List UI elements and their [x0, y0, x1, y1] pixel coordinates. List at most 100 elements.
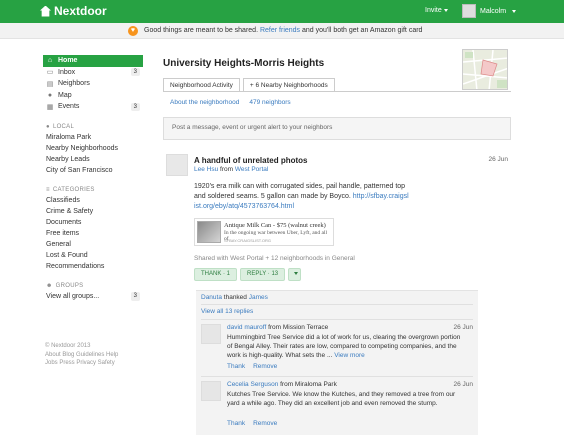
- avatar[interactable]: [166, 154, 188, 176]
- reply-date: 26 Jun: [453, 324, 473, 331]
- thanker-link[interactable]: Danuta: [201, 294, 222, 301]
- top-navigation-bar: Nextdoor Invite Malcolm: [0, 0, 564, 23]
- sidebar-item-category[interactable]: Crime & Safety: [43, 206, 143, 217]
- sidebar-item-category[interactable]: General: [43, 239, 143, 250]
- reply-actions: Thank Remove: [227, 420, 277, 427]
- avatar[interactable]: [201, 324, 221, 344]
- refer-friends-link[interactable]: Refer friends: [260, 27, 300, 34]
- reply-thank-link[interactable]: Thank: [227, 420, 245, 427]
- left-sidebar: ⌂ Home ▭ Inbox 3 ▤ Neighbors ● Map ▦ Events 3 ●…: [43, 55, 143, 302]
- sidebar-item-category[interactable]: Free items: [43, 228, 143, 239]
- sidebar-item-neighbors[interactable]: ▤ Neighbors: [43, 78, 143, 90]
- user-menu[interactable]: Malcolm: [462, 4, 517, 18]
- neighbors-icon: ▤: [46, 80, 54, 88]
- sidebar-item-label: Neighbors: [58, 80, 90, 88]
- reply-author-link[interactable]: david mauroff: [227, 324, 266, 331]
- tab-divider: [163, 91, 511, 92]
- neighborhood-subnav: About the neighborhood 479 neighbors: [170, 99, 291, 106]
- reply-actions: Thank Remove: [227, 363, 277, 370]
- reply-remove-link[interactable]: Remove: [253, 363, 277, 370]
- avatar[interactable]: [201, 381, 221, 401]
- sidebar-item-local[interactable]: Nearby Leads: [43, 154, 143, 165]
- reply-body: Hummingbird Tree Service did a lot of wo…: [227, 334, 461, 359]
- link-preview-card[interactable]: Antique Milk Can - $75 (walnut creek) In…: [194, 218, 334, 246]
- about-neighborhood-link[interactable]: About the neighborhood: [170, 99, 239, 106]
- nextdoor-logo[interactable]: Nextdoor: [40, 4, 107, 18]
- sidebar-item-view-all-groups[interactable]: View all groups... 3: [43, 291, 143, 302]
- footer-links[interactable]: About Blog Guidelines Help: [45, 351, 145, 360]
- neighbors-count-link[interactable]: 479 neighbors: [249, 99, 290, 106]
- divider: [201, 319, 473, 320]
- sidebar-item-local[interactable]: Nearby Neighborhoods: [43, 143, 143, 154]
- user-name: Malcolm: [480, 7, 507, 15]
- sidebar-item-category[interactable]: Recommendations: [43, 261, 143, 272]
- reply-item: Cecelia Serguson from Miraloma Park 26 J…: [201, 381, 475, 431]
- chevron-down-icon: [512, 9, 517, 13]
- post-meta: Lee Hsu from West Portal: [194, 166, 269, 173]
- reply-header: david mauroff from Mission Terrace: [227, 324, 329, 331]
- divider: [201, 376, 473, 377]
- house-icon: [40, 5, 51, 17]
- map-image: [463, 50, 507, 89]
- referral-banner: ♥ Good things are meant to be shared. Re…: [0, 23, 564, 39]
- divider: [201, 304, 473, 305]
- reply-button[interactable]: REPLY · 13: [240, 268, 286, 281]
- post-author-link[interactable]: Lee Hsu: [194, 166, 218, 173]
- tab-neighborhood-activity[interactable]: Neighborhood Activity: [163, 78, 240, 92]
- heart-icon: ♥: [128, 26, 138, 36]
- sidebar-item-category[interactable]: Classifieds: [43, 195, 143, 206]
- sidebar-item-category[interactable]: Lost & Found: [43, 250, 143, 261]
- reply-body: Kutches Tree Service. We know the Kutche…: [227, 391, 456, 407]
- promo-text: Good things are meant to be shared. Refe…: [144, 27, 423, 34]
- post-location-link[interactable]: West Portal: [235, 166, 268, 173]
- chevron-down-icon: [293, 271, 298, 275]
- link-preview-title: Antique Milk Can - $75 (walnut creek): [224, 222, 326, 229]
- sidebar-item-home[interactable]: ⌂ Home: [43, 55, 143, 67]
- location-pin-icon: ●: [46, 123, 50, 130]
- thanked-line: Danuta thanked James: [201, 294, 268, 301]
- count-badge: 3: [130, 102, 140, 111]
- replies-panel: Danuta thanked James View all 13 replies…: [196, 290, 478, 435]
- sidebar-item-label: View all groups...: [46, 292, 100, 300]
- sidebar-item-label: Map: [58, 91, 72, 99]
- view-more-link[interactable]: View more: [334, 352, 365, 359]
- tab-nearby-neighborhoods[interactable]: + 6 Nearby Neighborhoods: [242, 78, 335, 92]
- thank-button[interactable]: THANK · 1: [194, 268, 238, 281]
- home-icon: ⌂: [47, 57, 53, 65]
- more-options-button[interactable]: [288, 268, 302, 281]
- thanked-user-link[interactable]: James: [249, 294, 268, 301]
- invite-menu[interactable]: Invite: [425, 7, 448, 14]
- sidebar-item-inbox[interactable]: ▭ Inbox 3: [43, 67, 143, 79]
- neighborhood-tabs: Neighborhood Activity + 6 Nearby Neighbo…: [163, 78, 338, 92]
- neighborhood-map-thumbnail[interactable]: [462, 49, 508, 90]
- sidebar-item-category[interactable]: Documents: [43, 217, 143, 228]
- post-title[interactable]: A handful of unrelated photos: [194, 156, 307, 165]
- sidebar-item-events[interactable]: ▦ Events 3: [43, 101, 143, 113]
- map-pin-icon: ●: [47, 91, 53, 99]
- footer: © Nextdoor 2013 About Blog Guidelines He…: [45, 342, 145, 368]
- footer-links[interactable]: Jobs Press Privacy Safety: [45, 359, 145, 368]
- categories-section-heading: ≡ CATEGORIES: [46, 186, 95, 193]
- post-composer-input[interactable]: Post a message, event or urgent alert to…: [163, 117, 511, 140]
- sidebar-item-local[interactable]: Miraloma Park: [43, 132, 143, 143]
- sidebar-item-map[interactable]: ● Map: [43, 90, 143, 102]
- calendar-icon: ▦: [46, 103, 54, 111]
- count-badge: 3: [130, 68, 140, 76]
- post-actions: THANK · 1 REPLY · 13: [194, 268, 302, 281]
- groups-section-heading: ☻ GROUPS: [46, 282, 84, 289]
- shared-with-text: Shared with West Portal + 12 neighborhoo…: [194, 255, 355, 262]
- page-title: University Heights-Morris Heights: [163, 58, 325, 69]
- view-all-replies-link[interactable]: View all 13 replies: [201, 308, 253, 315]
- reply-author-link[interactable]: Cecelia Serguson: [227, 381, 278, 388]
- reply-thank-link[interactable]: Thank: [227, 363, 245, 370]
- brand-name: Nextdoor: [54, 4, 107, 18]
- invite-label: Invite: [425, 7, 442, 14]
- reply-date: 26 Jun: [453, 381, 473, 388]
- reply-remove-link[interactable]: Remove: [253, 420, 277, 427]
- avatar: [462, 4, 476, 18]
- reply-header: Cecelia Serguson from Miraloma Park: [227, 381, 337, 388]
- post-date: 26 Jun: [488, 156, 508, 163]
- reply-item: david mauroff from Mission Terrace 26 Ju…: [201, 324, 475, 374]
- sidebar-item-local[interactable]: City of San Francisco: [43, 165, 143, 176]
- inbox-icon: ▭: [46, 69, 54, 77]
